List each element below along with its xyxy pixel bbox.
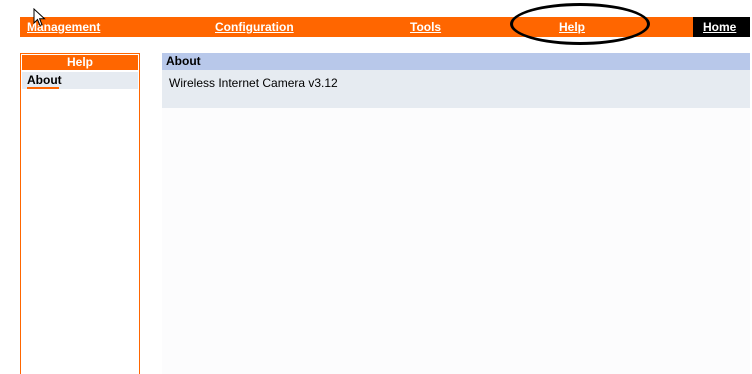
content-body: Wireless Internet Camera v3.12: [162, 70, 750, 108]
nav-link-configuration[interactable]: Configuration: [215, 17, 294, 37]
sidebar-header: Help: [22, 55, 138, 70]
page: Management Configuration Tools Help Home…: [0, 0, 752, 374]
content-header: About: [162, 53, 750, 70]
page-title: About: [166, 54, 201, 68]
sidebar-item-about[interactable]: About: [22, 72, 138, 89]
nav-link-home[interactable]: Home: [703, 17, 736, 37]
mouse-pointer-icon: [33, 8, 46, 27]
sidebar-item-underline: [27, 87, 59, 89]
nav-link-tools[interactable]: Tools: [410, 17, 441, 37]
version-text: Wireless Internet Camera v3.12: [169, 76, 338, 90]
sidebar: Help About: [20, 53, 140, 374]
highlight-ellipse: [510, 3, 650, 45]
sidebar-item-label: About: [27, 73, 62, 87]
main-content: About Wireless Internet Camera v3.12: [162, 53, 750, 374]
home-box: Home: [693, 17, 750, 37]
